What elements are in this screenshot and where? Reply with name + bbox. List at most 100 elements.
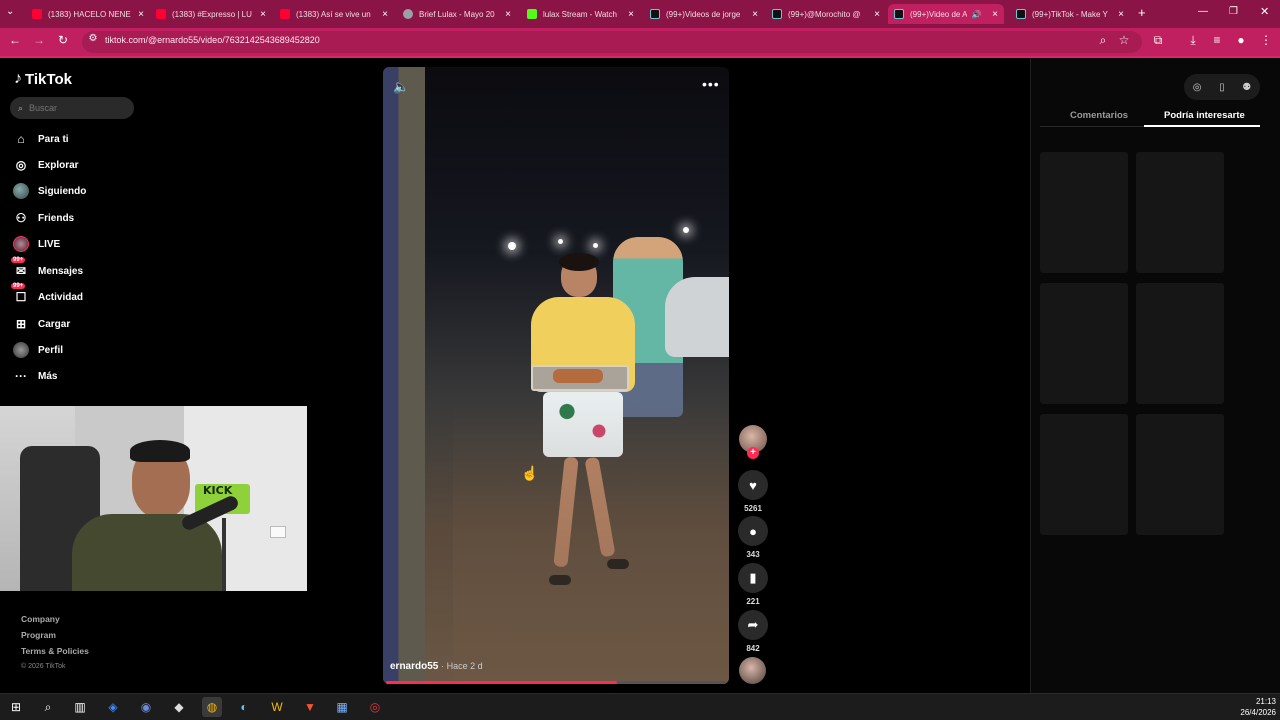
obs-icon[interactable]: ◎ bbox=[365, 697, 385, 717]
task-view-icon[interactable]: ▥ bbox=[70, 697, 90, 717]
browser-tab[interactable]: (1383) #Expresso | LU × bbox=[156, 4, 266, 24]
restore-icon[interactable]: ❐ bbox=[1229, 6, 1238, 17]
media-control-icon[interactable]: ≡ bbox=[1209, 33, 1225, 47]
calculator-icon[interactable]: ▦ bbox=[332, 697, 352, 717]
close-tab-icon[interactable]: × bbox=[1118, 9, 1124, 20]
discord-icon[interactable]: ◉ bbox=[136, 697, 156, 717]
sidebar-footer: Company Program Terms & Policies © 2026 … bbox=[21, 611, 89, 675]
sidebar-item-live[interactable]: LIVE bbox=[13, 234, 60, 254]
browser-tab[interactable]: (1383) HACELO NENE × bbox=[32, 4, 144, 24]
notification-badge: 99+ bbox=[11, 257, 26, 263]
volume-icon[interactable]: 🔈 bbox=[393, 79, 409, 95]
video-progress-bar[interactable] bbox=[386, 681, 726, 684]
sidebar-item-explorar[interactable]: ◎ Explorar bbox=[13, 155, 79, 175]
sidebar-item-actividad[interactable]: ☐ 99+ Actividad bbox=[11, 283, 83, 307]
sidebar-item-cargar[interactable]: ⊞ Cargar bbox=[13, 314, 70, 334]
browser-tab[interactable]: Brief Lulax - Mayo 20 × bbox=[403, 4, 511, 24]
user-avatar-icon[interactable]: ⚉ bbox=[1242, 82, 1251, 93]
site-info-icon[interactable]: ⚙ bbox=[84, 33, 102, 44]
close-tab-icon[interactable]: × bbox=[505, 9, 511, 20]
sidebar-item-para-ti[interactable]: ⌂ Para ti bbox=[13, 129, 68, 149]
browser-tab[interactable]: (99+)@Morochito @ × bbox=[772, 4, 880, 24]
footer-link-company[interactable]: Company bbox=[21, 611, 89, 627]
like-count: 5261 bbox=[744, 504, 762, 513]
like-button[interactable]: ♥ 5261 bbox=[738, 470, 768, 513]
bookmark-star-icon[interactable]: ☆ bbox=[1116, 33, 1132, 47]
follow-plus-icon[interactable]: + bbox=[747, 447, 759, 459]
close-window-icon[interactable]: ✕ bbox=[1260, 5, 1269, 18]
kick-icon bbox=[527, 9, 537, 19]
chrome-icon[interactable]: ◍ bbox=[202, 697, 222, 717]
browser-tab[interactable]: (99+)TikTok - Make Y × bbox=[1016, 4, 1124, 24]
tab-search-icon[interactable]: ⌄ bbox=[6, 6, 14, 17]
music-disc-avatar[interactable] bbox=[739, 657, 766, 684]
new-tab-icon[interactable]: + bbox=[1138, 5, 1146, 20]
sidebar-item-mas[interactable]: ··· Más bbox=[13, 366, 57, 386]
browser-tab[interactable]: (99+)Videos de jorge × bbox=[650, 4, 758, 24]
active-tab-underline bbox=[1144, 125, 1260, 127]
search-input[interactable] bbox=[29, 103, 120, 113]
url-text[interactable]: tiktok.com/@ernardo55/video/763214254368… bbox=[105, 35, 320, 45]
extensions-icon[interactable]: ⧉ bbox=[1150, 33, 1166, 48]
comment-button[interactable]: ● 343 bbox=[738, 516, 768, 559]
steam-icon[interactable]: ◐ bbox=[234, 697, 254, 717]
close-tab-icon[interactable]: × bbox=[874, 9, 880, 20]
profile-avatar-icon[interactable]: ● bbox=[1233, 33, 1249, 47]
sidebar-item-mensajes[interactable]: ✉ 99+ Mensajes bbox=[11, 257, 83, 281]
system-clock[interactable]: 21:13 26/4/2026 bbox=[1232, 696, 1276, 718]
sidebar-item-siguiendo[interactable]: Siguiendo bbox=[13, 181, 86, 201]
tab-podria-interesarte[interactable]: Podría interesarte bbox=[1164, 110, 1245, 121]
video-player[interactable] bbox=[383, 67, 729, 684]
forward-icon[interactable]: → bbox=[30, 33, 48, 47]
zoom-icon[interactable]: ⌕ bbox=[1095, 33, 1111, 48]
minimize-icon[interactable]: — bbox=[1198, 6, 1208, 17]
browser-tab[interactable]: (1383) Así se vive un × bbox=[280, 4, 388, 24]
video-author-name[interactable]: ernardo55 bbox=[390, 661, 438, 672]
suggestion-placeholder bbox=[1136, 414, 1224, 535]
close-tab-icon[interactable]: × bbox=[138, 9, 144, 20]
messages-icon: ✉ 99+ bbox=[11, 257, 27, 278]
brave-icon[interactable]: ▼ bbox=[300, 697, 320, 717]
more-options-icon[interactable]: ••• bbox=[702, 76, 720, 92]
phone-icon[interactable]: ▯ bbox=[1219, 82, 1225, 93]
close-tab-icon[interactable]: × bbox=[752, 9, 758, 20]
browser-tab-active[interactable]: (99+)Video de A 🔊 × bbox=[888, 4, 1004, 24]
windows-start-icon[interactable]: ⊞ bbox=[6, 697, 26, 717]
upload-icon: ⊞ bbox=[15, 317, 27, 331]
tab-comentarios[interactable]: Comentarios bbox=[1070, 110, 1128, 121]
compass-icon[interactable]: ◎ bbox=[1193, 82, 1202, 93]
taskbar bbox=[0, 693, 1280, 720]
close-tab-icon[interactable]: × bbox=[628, 9, 634, 20]
app-icon[interactable]: ◆ bbox=[169, 697, 189, 717]
close-tab-icon[interactable]: × bbox=[992, 9, 998, 20]
close-tab-icon[interactable]: × bbox=[382, 9, 388, 20]
audio-playing-icon: 🔊 bbox=[971, 9, 982, 19]
video-scene-wall bbox=[383, 67, 453, 684]
tiktok-icon bbox=[1016, 9, 1026, 19]
activity-icon: ☐ 99+ bbox=[11, 283, 27, 304]
save-button[interactable]: ▮ 221 bbox=[738, 563, 768, 606]
outlook-icon[interactable]: ◈ bbox=[103, 697, 123, 717]
game-launcher-icon[interactable]: W bbox=[267, 697, 287, 717]
following-avatar-icon bbox=[13, 183, 29, 199]
heart-icon: ♥ bbox=[738, 470, 768, 500]
tiktok-logo[interactable]: ♪ TikTok bbox=[14, 70, 72, 88]
browser-menu-icon[interactable]: ⋮ bbox=[1258, 33, 1274, 47]
download-icon[interactable]: ⤓ bbox=[1185, 33, 1201, 48]
compass-icon: ◎ bbox=[15, 158, 27, 172]
globe-icon bbox=[403, 9, 413, 19]
share-button[interactable]: ➦ 842 bbox=[738, 610, 768, 653]
kick-sign: KICK bbox=[203, 484, 233, 497]
bookmark-icon: ▮ bbox=[738, 563, 768, 593]
footer-link-terms[interactable]: Terms & Policies bbox=[21, 643, 89, 659]
browser-tab[interactable]: lulax Stream - Watch × bbox=[527, 4, 634, 24]
close-tab-icon[interactable]: × bbox=[260, 9, 266, 20]
tiktok-icon bbox=[894, 9, 904, 19]
sidebar-item-friends[interactable]: ⚇ Friends bbox=[13, 208, 75, 228]
back-icon[interactable]: ← bbox=[6, 33, 24, 47]
search-box[interactable]: ⌕ bbox=[10, 97, 134, 119]
taskbar-search-icon[interactable]: ⌕ bbox=[38, 697, 58, 717]
footer-link-program[interactable]: Program bbox=[21, 627, 89, 643]
reload-icon[interactable]: ↻ bbox=[54, 33, 72, 47]
sidebar-item-perfil[interactable]: Perfil bbox=[13, 340, 63, 360]
